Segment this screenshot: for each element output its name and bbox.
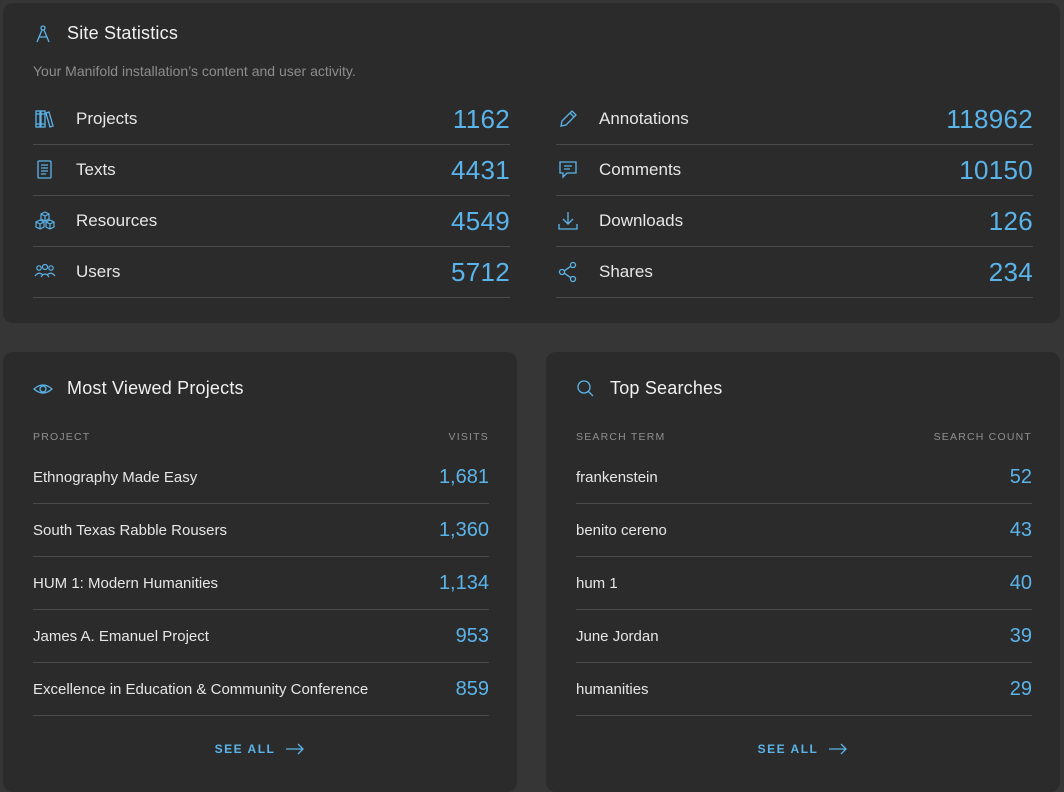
project-name[interactable]: Excellence in Education & Community Conf… — [33, 681, 368, 698]
project-name[interactable]: James A. Emanuel Project — [33, 628, 209, 645]
top-searches-panel: Top Searches SEARCH TERM SEARCH COUNT fr… — [546, 352, 1060, 792]
search-term[interactable]: frankenstein — [576, 469, 658, 486]
see-all-projects-link[interactable]: SEE ALL — [3, 742, 517, 756]
pencil-icon — [557, 108, 579, 130]
visit-count: 859 — [455, 677, 489, 700]
stat-value: 126 — [988, 205, 1033, 236]
stat-row-downloads: Downloads 126 — [556, 196, 1033, 247]
site-statistics-subtitle: Your Manifold installation’s content and… — [33, 63, 356, 79]
table-row[interactable]: James A. Emanuel Project 953 — [33, 610, 489, 663]
search-icon — [576, 379, 594, 399]
search-term[interactable]: hum 1 — [576, 575, 618, 592]
stat-label: Shares — [599, 262, 653, 281]
table-row[interactable]: Excellence in Education & Community Conf… — [33, 663, 489, 716]
site-statistics-title: Site Statistics — [67, 23, 179, 43]
eye-icon — [33, 379, 53, 399]
compass-icon — [33, 24, 53, 44]
share-icon — [557, 261, 579, 283]
table-row[interactable]: humanities 29 — [576, 663, 1032, 716]
most-viewed-title: Most Viewed Projects — [67, 378, 244, 398]
stat-value: 4549 — [450, 205, 510, 236]
visit-count: 1,134 — [438, 571, 489, 594]
search-count: 52 — [1009, 465, 1032, 488]
most-viewed-table: PROJECT VISITS Ethnography Made Easy 1,6… — [33, 431, 489, 716]
visit-count: 953 — [455, 624, 489, 647]
stat-label: Annotations — [599, 109, 689, 128]
table-row[interactable]: South Texas Rabble Rousers 1,360 — [33, 504, 489, 557]
stat-value: 234 — [988, 256, 1033, 287]
download-icon — [557, 210, 579, 232]
stats-left-column: Projects 1162 Texts 4431 Resources 4549 — [33, 94, 510, 298]
top-searches-header: Top Searches — [576, 378, 722, 399]
see-all-label: SEE ALL — [757, 742, 819, 756]
arrow-right-icon — [828, 743, 848, 755]
stat-label: Downloads — [599, 211, 684, 230]
top-searches-title: Top Searches — [610, 378, 723, 398]
stat-row-comments: Comments 10150 — [556, 145, 1033, 196]
search-count: 40 — [1009, 571, 1032, 594]
stat-label: Texts — [76, 160, 116, 179]
column-header-search-count: SEARCH COUNT — [933, 431, 1032, 443]
project-name[interactable]: HUM 1: Modern Humanities — [33, 575, 218, 592]
search-term[interactable]: benito cereno — [576, 522, 667, 539]
cubes-icon — [34, 210, 56, 232]
arrow-right-icon — [285, 743, 305, 755]
site-statistics-panel: Site Statistics Your Manifold installati… — [3, 3, 1060, 323]
search-term[interactable]: humanities — [576, 681, 649, 698]
project-name[interactable]: South Texas Rabble Rousers — [33, 522, 227, 539]
project-name[interactable]: Ethnography Made Easy — [33, 469, 197, 486]
stat-label: Users — [76, 262, 121, 281]
stat-label: Comments — [599, 160, 682, 179]
table-row[interactable]: June Jordan 39 — [576, 610, 1032, 663]
visit-count: 1,681 — [438, 465, 489, 488]
search-count: 39 — [1009, 624, 1032, 647]
stat-value: 4431 — [450, 154, 510, 185]
stat-row-annotations: Annotations 118962 — [556, 94, 1033, 145]
column-header-project: PROJECT — [33, 431, 91, 443]
text-icon — [34, 159, 56, 181]
table-row[interactable]: HUM 1: Modern Humanities 1,134 — [33, 557, 489, 610]
column-header-visits: VISITS — [448, 431, 489, 443]
most-viewed-header: Most Viewed Projects — [33, 378, 244, 399]
see-all-label: SEE ALL — [214, 742, 276, 756]
site-statistics-header: Site Statistics — [33, 23, 178, 44]
search-term[interactable]: June Jordan — [576, 628, 659, 645]
stat-value: 1162 — [452, 103, 510, 134]
column-header-search-term: SEARCH TERM — [576, 431, 666, 443]
stat-row-resources: Resources 4549 — [33, 196, 510, 247]
users-icon — [34, 261, 56, 283]
stat-value: 118962 — [946, 103, 1033, 134]
stat-label: Projects — [76, 109, 138, 128]
top-searches-table: SEARCH TERM SEARCH COUNT frankenstein 52… — [576, 431, 1032, 716]
comment-icon — [557, 159, 579, 181]
table-header: SEARCH TERM SEARCH COUNT — [576, 431, 1032, 451]
visit-count: 1,360 — [438, 518, 489, 541]
stat-row-projects: Projects 1162 — [33, 94, 510, 145]
search-count: 43 — [1009, 518, 1032, 541]
stat-value: 5712 — [450, 256, 510, 287]
stat-row-texts: Texts 4431 — [33, 145, 510, 196]
table-row[interactable]: frankenstein 52 — [576, 451, 1032, 504]
stat-label: Resources — [76, 211, 158, 230]
search-count: 29 — [1009, 677, 1032, 700]
stat-value: 10150 — [959, 154, 1033, 185]
table-row[interactable]: hum 1 40 — [576, 557, 1032, 610]
table-row[interactable]: benito cereno 43 — [576, 504, 1032, 557]
stat-row-shares: Shares 234 — [556, 247, 1033, 298]
see-all-searches-link[interactable]: SEE ALL — [546, 742, 1060, 756]
table-row[interactable]: Ethnography Made Easy 1,681 — [33, 451, 489, 504]
table-header: PROJECT VISITS — [33, 431, 489, 451]
most-viewed-projects-panel: Most Viewed Projects PROJECT VISITS Ethn… — [3, 352, 517, 792]
books-icon — [34, 108, 56, 130]
stat-row-users: Users 5712 — [33, 247, 510, 298]
stats-right-column: Annotations 118962 Comments 10150 Downlo… — [556, 94, 1033, 298]
